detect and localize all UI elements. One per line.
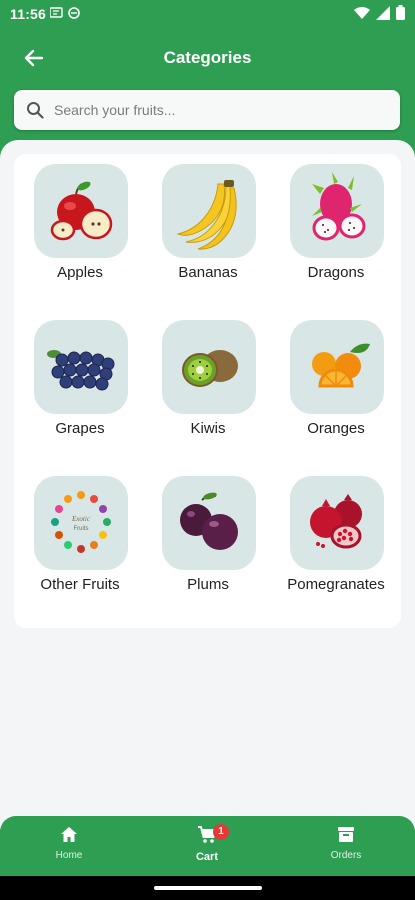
category-tile[interactable] — [290, 320, 384, 414]
nav-home[interactable]: Home — [29, 826, 109, 861]
battery-icon — [396, 5, 405, 20]
banana-icon — [176, 180, 237, 250]
category-apples[interactable]: Apples — [16, 154, 144, 304]
status-bar: 11:56 — [0, 0, 415, 28]
category-bananas[interactable]: Bananas — [144, 154, 272, 304]
category-label: Bananas — [178, 264, 238, 281]
category-tile[interactable] — [290, 164, 384, 258]
nav-orders-label: Orders — [330, 850, 362, 861]
grapes-icon — [47, 350, 115, 391]
category-label: Kiwis — [190, 420, 226, 437]
pomegranate-icon — [310, 494, 362, 549]
category-tile[interactable] — [34, 320, 128, 414]
page-title: Categories — [163, 48, 252, 67]
status-time: 11:56 — [10, 6, 47, 22]
category-tile[interactable] — [162, 476, 256, 570]
gesture-bar — [0, 876, 415, 900]
category-label: Plums — [187, 576, 229, 593]
category-tile[interactable] — [34, 164, 128, 258]
app-bar: Categories — [0, 28, 415, 88]
category-tile[interactable] — [162, 164, 256, 258]
wifi-icon — [354, 6, 370, 19]
category-oranges[interactable]: Oranges — [272, 310, 400, 460]
search-input[interactable]: Search your fruits... — [54, 102, 175, 118]
category-dragons[interactable]: Dragons — [272, 154, 400, 304]
category-grid: Apples Bananas Dragons Grapes Kiwis Oran… — [14, 154, 401, 628]
nav-cart[interactable]: 1 Cart — [167, 824, 247, 863]
signal-icon — [376, 5, 390, 20]
orange-icon — [312, 343, 370, 388]
category-tile[interactable] — [162, 320, 256, 414]
category-label: Dragons — [307, 264, 365, 281]
dragon-fruit-icon — [312, 172, 366, 241]
nav-home-label: Home — [55, 850, 83, 861]
exotic-fruits-icon: Exotic Fruits — [51, 491, 111, 553]
notification-icons — [49, 7, 84, 22]
category-pomegranates[interactable]: Pomegranates — [272, 466, 400, 616]
bottom-navigation: Home 1 Cart Orders — [0, 816, 415, 876]
nav-cart-label: Cart — [195, 851, 218, 863]
apple-icon — [50, 181, 113, 241]
search-bar[interactable]: Search your fruits... — [14, 90, 400, 130]
category-kiwis[interactable]: Kiwis — [144, 310, 272, 460]
category-label: Oranges — [307, 420, 365, 437]
category-label: Pomegranates — [287, 576, 385, 593]
category-other-fruits[interactable]: Exotic Fruits Other Fruits — [16, 466, 144, 616]
home-icon — [61, 827, 77, 842]
category-label: Grapes — [55, 420, 105, 437]
nav-orders[interactable]: Orders — [306, 826, 386, 861]
category-plums[interactable]: Plums — [144, 466, 272, 616]
category-grapes[interactable]: Grapes — [16, 310, 144, 460]
search-icon — [27, 102, 44, 119]
category-tile[interactable] — [290, 476, 384, 570]
category-label: Apples — [57, 264, 103, 281]
orders-icon — [338, 827, 354, 842]
content-sheet: Apples Bananas Dragons Grapes Kiwis Oran… — [0, 140, 415, 830]
cart-count-badge: 1 — [213, 824, 229, 840]
category-tile[interactable]: Exotic Fruits — [34, 476, 128, 570]
home-gesture-handle[interactable] — [154, 886, 262, 890]
plum-icon — [180, 492, 238, 550]
kiwi-icon — [182, 350, 238, 387]
category-label: Other Fruits — [40, 576, 120, 593]
svg-text:Fruits: Fruits — [74, 526, 89, 532]
svg-text:Exotic: Exotic — [71, 515, 91, 523]
